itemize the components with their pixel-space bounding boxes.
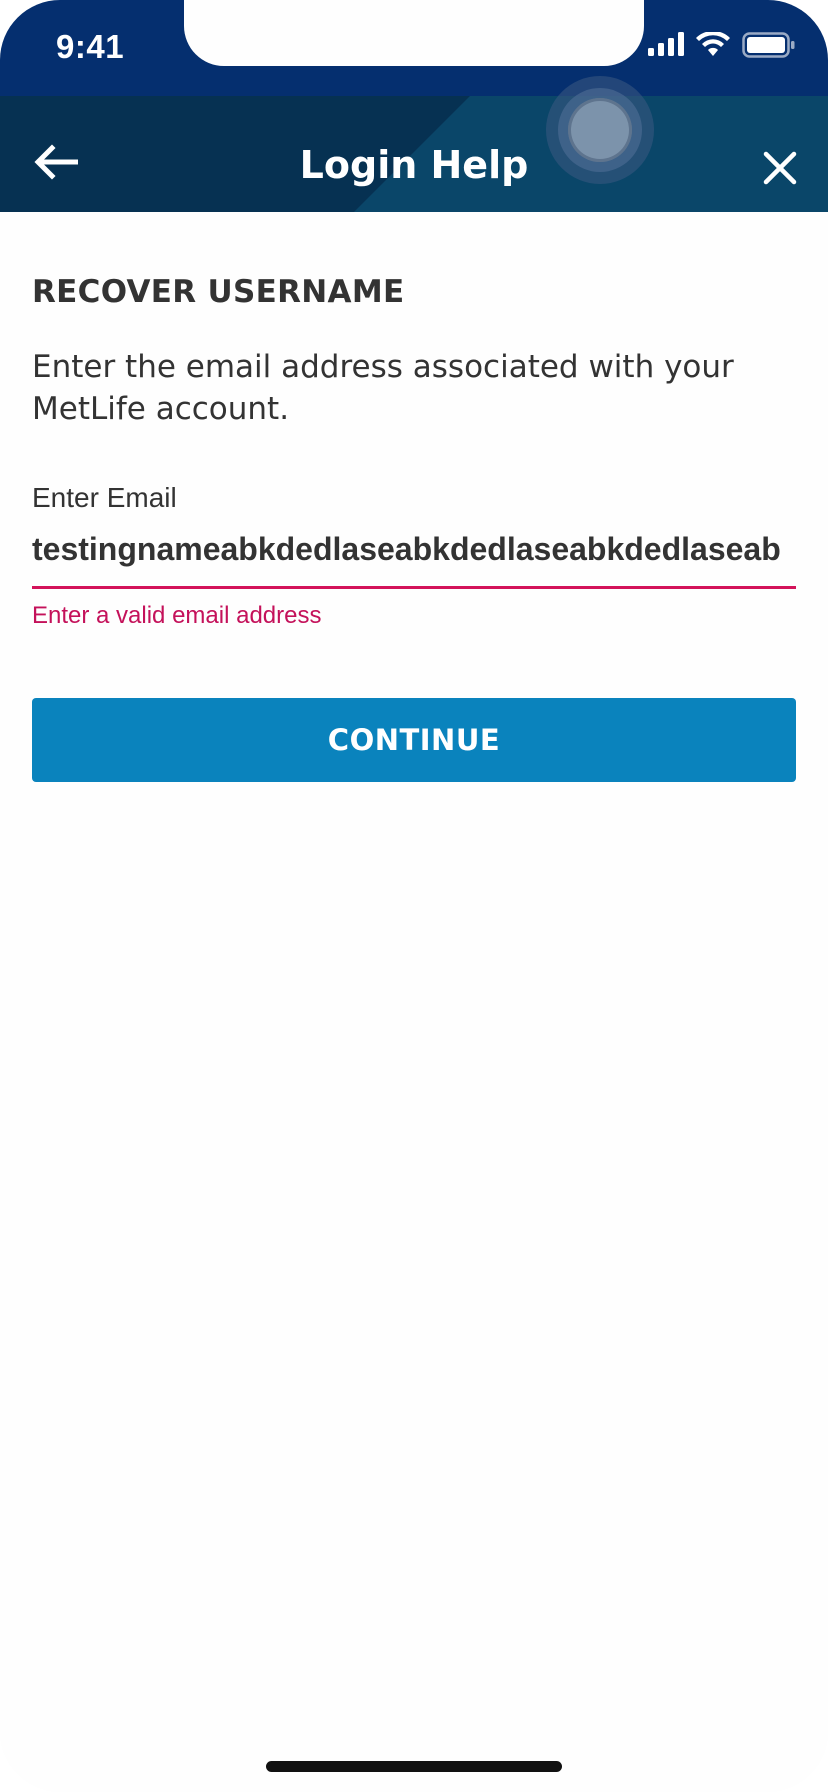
touch-indicator-core <box>568 98 632 162</box>
close-icon <box>763 151 797 185</box>
close-button[interactable] <box>752 140 808 196</box>
email-field[interactable]: testingnameabkdedlaseabkdedlaseabkdedlas… <box>32 526 780 576</box>
status-time: 9:41 <box>56 28 125 65</box>
section-title: RECOVER USERNAME <box>32 274 405 310</box>
battery-icon <box>742 32 795 58</box>
email-label: Enter Email <box>32 482 177 513</box>
continue-button-label: CONTINUE <box>327 723 501 757</box>
wifi-icon <box>696 32 730 56</box>
continue-button[interactable]: CONTINUE <box>32 698 796 782</box>
phone-screen: 9:41 Login Help RECOVER USERNAME Enter t… <box>0 0 828 1792</box>
instructions-text: Enter the email address associated with … <box>32 349 734 427</box>
arrow-left-icon <box>34 144 78 180</box>
home-indicator[interactable] <box>266 1761 562 1772</box>
device-notch <box>184 0 644 66</box>
email-error-message: Enter a valid email address <box>32 602 322 629</box>
touch-indicator <box>546 76 654 184</box>
status-icons <box>648 32 798 62</box>
email-field-underline <box>32 586 796 589</box>
signal-icon <box>648 32 684 56</box>
back-button[interactable] <box>22 134 92 190</box>
